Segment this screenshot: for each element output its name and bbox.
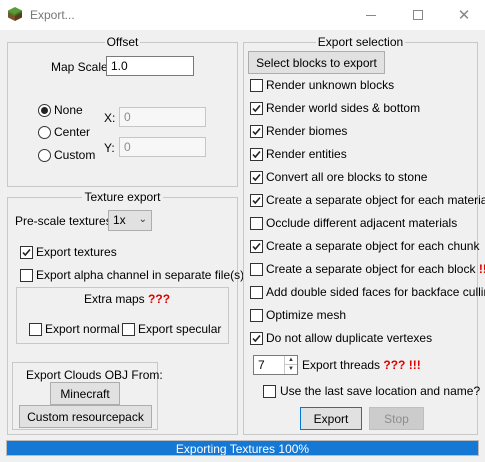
export-textures-label: Export textures xyxy=(36,245,117,259)
export-option-checkbox[interactable] xyxy=(250,217,263,230)
export-option-text: Convert all ore blocks to stone xyxy=(266,170,428,184)
export-option-checkbox[interactable] xyxy=(250,194,263,207)
minecraft-button[interactable]: Minecraft xyxy=(50,382,120,405)
export-option-label: Convert all ore blocks to stone xyxy=(266,170,427,184)
maximize-icon xyxy=(413,10,423,20)
offset-custom-radio[interactable] xyxy=(38,149,51,162)
prescale-value: 1x xyxy=(113,213,126,227)
export-option-label: Do not allow duplicate vertexes xyxy=(266,331,432,345)
export-option-text: Create a separate object for each block xyxy=(266,262,476,276)
export-option-text: Render unknown blocks xyxy=(266,78,395,92)
custom-resourcepack-button[interactable]: Custom resourcepack xyxy=(19,405,152,428)
export-option-label: Create a separate object for each chunk xyxy=(266,239,479,253)
stop-button[interactable]: Stop xyxy=(369,407,424,430)
offset-center-radio[interactable] xyxy=(38,126,51,139)
export-specular-label: Export specular xyxy=(138,322,222,336)
export-option-text: Add double sided faces for backface cull… xyxy=(266,285,485,299)
export-option-text: Occlude different adjacent materials xyxy=(266,216,458,230)
offset-x-label: X: xyxy=(104,111,116,125)
export-normal-label: Export normal xyxy=(45,322,120,336)
spin-up-icon[interactable]: ▲ xyxy=(285,356,297,365)
export-normal-checkbox[interactable] xyxy=(29,323,42,336)
export-threads-value: 7 xyxy=(258,358,265,372)
export-threads-marker-1: ??? xyxy=(383,358,406,372)
export-option-label: Add double sided faces for backface cull… xyxy=(266,285,485,299)
select-blocks-button[interactable]: Select blocks to export xyxy=(248,51,385,74)
export-option-checkbox[interactable] xyxy=(250,263,263,276)
export-option-marker: !!! xyxy=(478,262,485,276)
export-threads-spinner[interactable]: 7 ▲ ▼ xyxy=(253,355,298,375)
export-option-checkbox[interactable] xyxy=(250,332,263,345)
last-save-label: Use the last save location and name? xyxy=(280,384,481,398)
offset-none-radio[interactable] xyxy=(38,104,51,117)
export-option-label: Create a separate object for each block … xyxy=(266,262,485,276)
export-option-label: Render entities xyxy=(266,147,347,161)
map-scale-label: Map Scale: xyxy=(51,60,112,74)
export-button[interactable]: Export xyxy=(300,407,362,430)
export-threads-label-group: Export threads ??? !!! xyxy=(302,358,421,372)
texture-export-title: Texture export xyxy=(82,190,163,204)
window-title: Export... xyxy=(30,8,75,22)
clouds-title: Export Clouds OBJ From: xyxy=(26,368,163,382)
export-option-checkbox[interactable] xyxy=(250,286,263,299)
minimize-icon xyxy=(366,14,376,16)
close-icon: ✕ xyxy=(457,6,471,24)
offset-group-title: Offset xyxy=(104,35,141,49)
export-option-label: Render world sides & bottom xyxy=(266,101,420,115)
export-option-text: Render biomes xyxy=(266,124,348,138)
minimize-button[interactable] xyxy=(349,0,393,30)
progress-text: Exporting Textures 100% xyxy=(175,442,310,456)
offset-custom-label: Custom xyxy=(54,148,96,162)
export-option-checkbox[interactable] xyxy=(250,171,263,184)
extra-maps-title: Extra maps ??? xyxy=(84,292,171,306)
export-option-text: Create a separate object for each materi… xyxy=(266,193,485,207)
export-option-checkbox[interactable] xyxy=(250,240,263,253)
offset-y-input[interactable] xyxy=(119,137,206,157)
export-threads-marker-2: !!! xyxy=(408,358,421,372)
export-option-text: Create a separate object for each chunk xyxy=(266,239,480,253)
close-button[interactable]: ✕ xyxy=(442,0,485,30)
spin-down-icon[interactable]: ▼ xyxy=(285,365,297,374)
export-option-label: Occlude different adjacent materials xyxy=(266,216,457,230)
chevron-down-icon: ⌄ xyxy=(138,214,147,225)
export-progress-bar: Exporting Textures 100% xyxy=(6,440,479,456)
export-option-checkbox[interactable] xyxy=(250,102,263,115)
offset-x-input[interactable] xyxy=(119,107,206,127)
export-threads-label: Export threads xyxy=(302,358,381,372)
export-option-label: Optimize mesh xyxy=(266,308,346,322)
export-specular-checkbox[interactable] xyxy=(122,323,135,336)
offset-center-label: Center xyxy=(54,125,91,139)
export-option-text: Do not allow duplicate vertexes xyxy=(266,331,433,345)
export-option-checkbox[interactable] xyxy=(250,309,263,322)
export-alpha-label: Export alpha channel in separate file(s) xyxy=(36,268,245,282)
maximize-button[interactable] xyxy=(396,0,440,30)
grass-block-icon xyxy=(8,7,22,21)
export-option-checkbox[interactable] xyxy=(250,125,263,138)
prescale-label: Pre-scale textures: xyxy=(15,214,116,228)
prescale-select[interactable]: 1x ⌄ xyxy=(108,210,152,231)
export-selection-title: Export selection xyxy=(315,35,406,49)
map-scale-input[interactable] xyxy=(106,56,194,76)
export-option-text: Render world sides & bottom xyxy=(266,101,421,115)
export-option-checkbox[interactable] xyxy=(250,148,263,161)
export-option-label: Create a separate object for each materi… xyxy=(266,193,485,207)
export-option-label: Render unknown blocks xyxy=(266,78,394,92)
title-bar: Export... ✕ xyxy=(0,0,485,30)
offset-none-label: None xyxy=(54,103,83,117)
export-option-checkbox[interactable] xyxy=(250,79,263,92)
export-alpha-checkbox[interactable] xyxy=(20,269,33,282)
last-save-checkbox[interactable] xyxy=(263,385,276,398)
export-option-text: Render entities xyxy=(266,147,347,161)
offset-y-label: Y: xyxy=(104,141,115,155)
export-textures-checkbox[interactable] xyxy=(20,246,33,259)
extra-maps-marker: ??? xyxy=(148,292,171,306)
export-option-text: Optimize mesh xyxy=(266,308,347,322)
export-option-label: Render biomes xyxy=(266,124,347,138)
